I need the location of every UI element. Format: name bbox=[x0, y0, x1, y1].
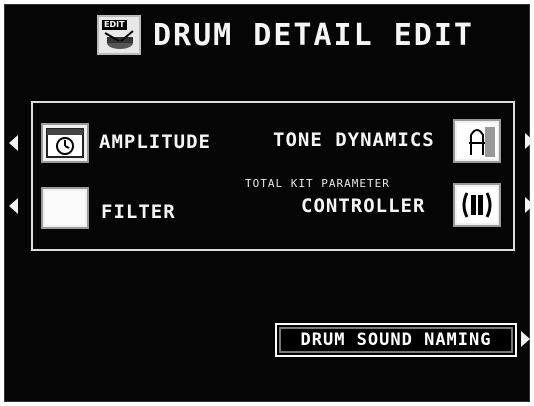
filter-button[interactable] bbox=[41, 187, 89, 229]
tone-dynamics-icon bbox=[457, 123, 497, 159]
tone-dynamics-right-arrow-icon[interactable] bbox=[525, 133, 534, 149]
amplitude-label[interactable]: AMPLITUDE bbox=[99, 131, 211, 153]
controller-label[interactable]: CONTROLLER bbox=[301, 195, 425, 217]
filter-left-arrow-icon[interactable] bbox=[9, 198, 18, 214]
drum-sound-naming-button[interactable]: DRUM SOUND NAMING bbox=[275, 323, 517, 357]
total-kit-parameter-caption: TOTAL KIT PARAMETER bbox=[245, 177, 390, 190]
amplitude-clock-icon bbox=[46, 128, 84, 158]
amplitude-left-arrow-icon[interactable] bbox=[9, 135, 18, 151]
edit-menu-panel bbox=[31, 101, 515, 251]
controller-button[interactable] bbox=[453, 183, 501, 227]
title-bar: EDIT DRUM DETAIL EDIT bbox=[97, 15, 474, 55]
filter-blank-icon bbox=[45, 191, 85, 225]
filter-label[interactable]: FILTER bbox=[101, 201, 176, 223]
controller-icon bbox=[457, 187, 497, 223]
tone-dynamics-label[interactable]: TONE DYNAMICS bbox=[273, 129, 435, 151]
page-title: DRUM DETAIL EDIT bbox=[153, 17, 474, 53]
lcd-screen: EDIT DRUM DETAIL EDIT AMPLITUDE TONE DYN… bbox=[4, 4, 534, 402]
drum-sound-naming-right-arrow-icon[interactable] bbox=[521, 331, 530, 347]
edit-drum-icon: EDIT bbox=[97, 15, 141, 55]
drum-sound-naming-label: DRUM SOUND NAMING bbox=[300, 330, 492, 350]
tone-dynamics-button[interactable] bbox=[453, 119, 501, 163]
amplitude-button[interactable] bbox=[41, 123, 89, 163]
controller-right-arrow-icon[interactable] bbox=[525, 197, 534, 213]
